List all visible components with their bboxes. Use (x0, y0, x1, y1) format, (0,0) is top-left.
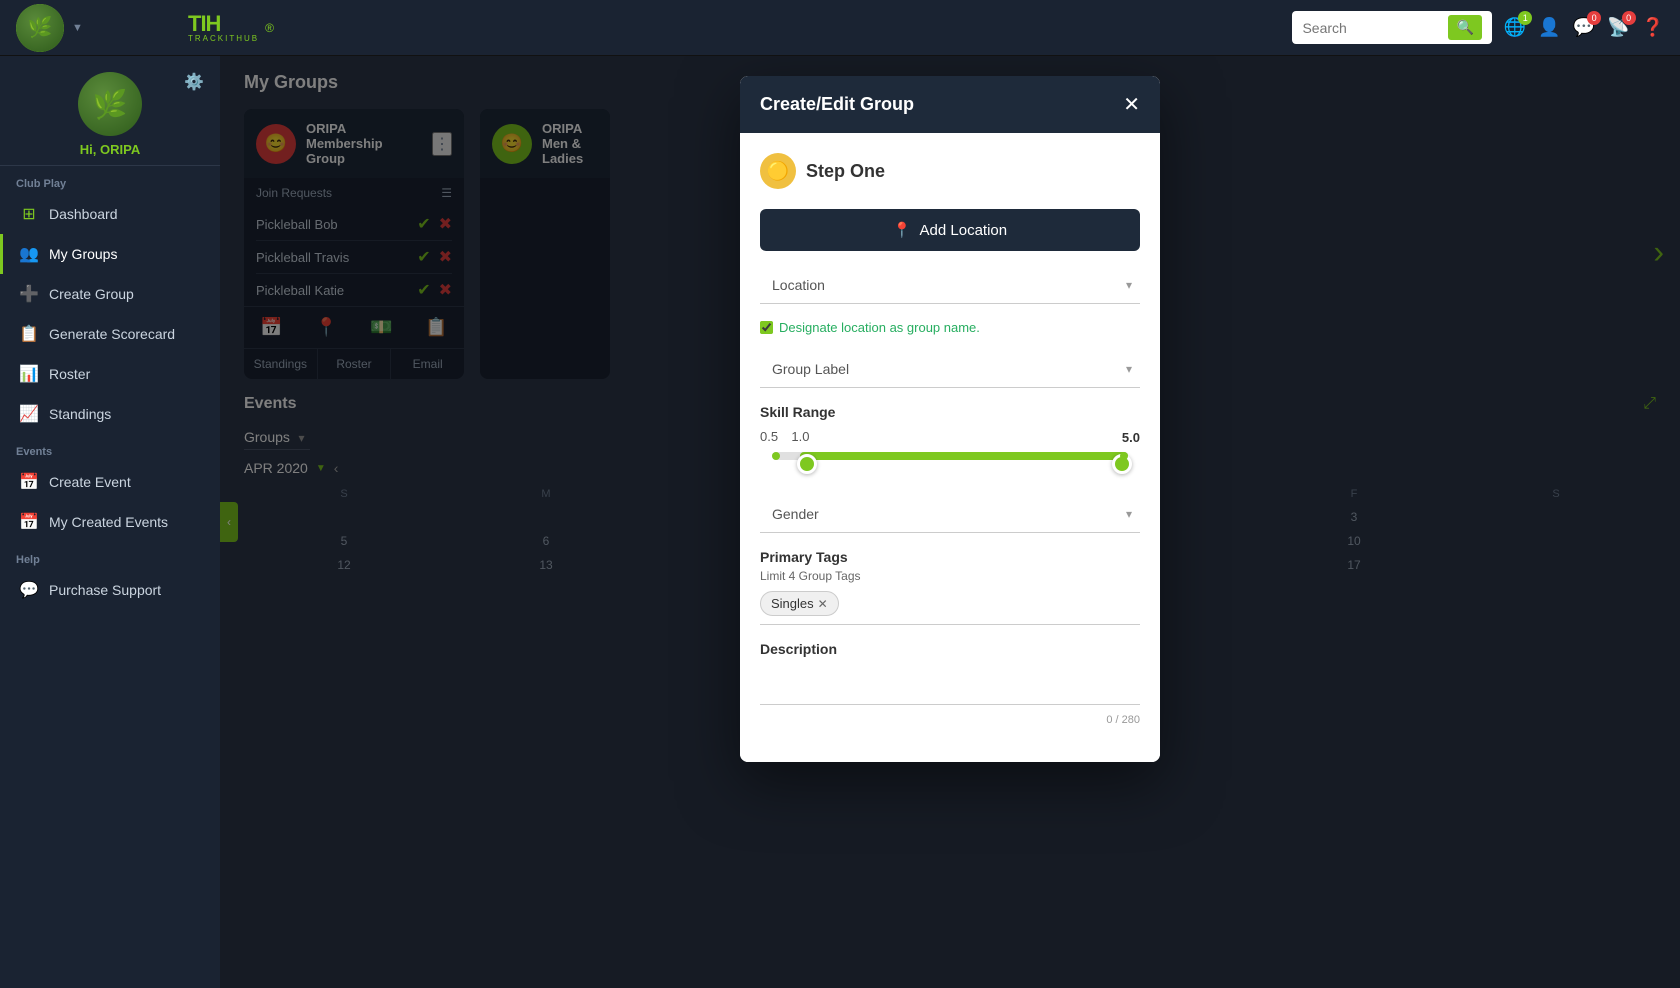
search-icon: 🔍 (1456, 19, 1473, 36)
top-navigation: 🌿 ▼ TIH TRACKITHUB ® 🔍 🌐 1 👤 💬 0 📡 0 ❓ (0, 0, 1680, 56)
search-box: 🔍 (1292, 11, 1491, 44)
modal-overlay: Create/Edit Group ✕ 🟡 Step One 📍 Add Loc… (220, 56, 1680, 988)
tag-label: Singles (771, 596, 814, 611)
main-content: My Groups 😊 ORIPA Membership Group ⋮ Joi… (220, 56, 1680, 988)
primary-tags-section: Primary Tags Limit 4 Group Tags Singles … (760, 549, 1140, 625)
search-input[interactable] (1302, 20, 1442, 36)
sidebar-item-label: Dashboard (49, 206, 118, 222)
create-edit-group-modal: Create/Edit Group ✕ 🟡 Step One 📍 Add Loc… (740, 76, 1160, 762)
sidebar-avatar: 🌿 (78, 72, 142, 136)
description-section: Description 0 / 280 (760, 641, 1140, 726)
skill-range-label: Skill Range (760, 404, 1140, 420)
user-avatar[interactable]: 🌿 (16, 4, 64, 52)
primary-tags-label: Primary Tags (760, 549, 1140, 565)
sidebar-item-generate-scorecard[interactable]: 📋 Generate Scorecard (0, 314, 220, 354)
my-events-icon: 📅 (19, 512, 39, 532)
sidebar-item-label: Generate Scorecard (49, 326, 175, 342)
club-play-section-label: Club Play (0, 166, 220, 194)
help-icon-btn[interactable]: ❓ (1642, 17, 1664, 38)
gear-icon[interactable]: ⚙️ (184, 72, 204, 92)
location-select[interactable]: Location (760, 267, 1140, 304)
location-pin-icon: 📍 (893, 221, 912, 239)
gender-form-group: Gender ▾ (760, 496, 1140, 533)
search-button[interactable]: 🔍 (1448, 15, 1481, 40)
app-logo: TIH TRACKITHUB (188, 13, 259, 43)
modal-close-button[interactable]: ✕ (1123, 92, 1140, 117)
sidebar-item-my-groups[interactable]: 👥 My Groups (0, 234, 220, 274)
designate-label: Designate location as group name. (779, 320, 980, 335)
add-location-button[interactable]: 📍 Add Location (760, 209, 1140, 251)
person-icon-btn[interactable]: 👤 (1538, 17, 1560, 38)
chat-badge: 0 (1587, 11, 1601, 25)
sidebar-item-label: Create Event (49, 474, 131, 490)
step-icon: 🟡 (760, 153, 796, 189)
skill-max-value: 5.0 (1122, 430, 1140, 445)
sidebar-item-label: Purchase Support (49, 582, 161, 598)
globe-badge: 1 (1518, 11, 1532, 25)
sidebar-item-label: Create Group (49, 286, 134, 302)
tags-limit-label: Limit 4 Group Tags (760, 569, 1140, 583)
group-label-select[interactable]: Group Label (760, 351, 1140, 388)
sidebar-item-roster[interactable]: 📊 Roster (0, 354, 220, 394)
sidebar-item-create-group[interactable]: ➕ Create Group (0, 274, 220, 314)
skill-min-value: 0.5 (760, 429, 778, 444)
sidebar-item-label: My Groups (49, 246, 117, 262)
sidebar-item-dashboard[interactable]: ⊞ Dashboard (0, 194, 220, 234)
create-event-icon: 📅 (19, 472, 39, 492)
create-group-icon: ➕ (19, 284, 39, 304)
sidebar-item-standings[interactable]: 📈 Standings (0, 394, 220, 434)
description-textarea[interactable] (760, 665, 1140, 705)
help-section-label: Help (0, 542, 220, 570)
step-header: 🟡 Step One (760, 153, 1140, 189)
description-label: Description (760, 641, 1140, 657)
skill-range-values: 0.5 1.0 5.0 (760, 428, 1140, 446)
rss-badge: 0 (1622, 11, 1636, 25)
sidebar-item-label: Roster (49, 366, 90, 382)
globe-icon-btn[interactable]: 🌐 1 (1504, 17, 1526, 38)
sidebar-item-my-created-events[interactable]: 📅 My Created Events (0, 502, 220, 542)
events-section-label: Events (0, 434, 220, 462)
sidebar-item-label: My Created Events (49, 514, 168, 530)
dashboard-icon: ⊞ (19, 204, 39, 224)
user-greeting: Hi, ORIPA (80, 142, 140, 157)
chat-icon-btn[interactable]: 💬 0 (1573, 17, 1595, 38)
support-icon: 💬 (19, 580, 39, 600)
sidebar-item-purchase-support[interactable]: 💬 Purchase Support (0, 570, 220, 610)
gender-select[interactable]: Gender (760, 496, 1140, 533)
description-char-count: 0 / 280 (760, 714, 1140, 726)
my-groups-icon: 👥 (19, 244, 39, 264)
modal-title: Create/Edit Group (760, 94, 914, 115)
step-label: Step One (806, 161, 885, 182)
designate-checkbox[interactable] (760, 321, 773, 334)
modal-body: 🟡 Step One 📍 Add Location Location ▾ (740, 133, 1160, 762)
modal-header: Create/Edit Group ✕ (740, 76, 1160, 133)
tag-chip-singles: Singles ✕ (760, 591, 839, 616)
standings-icon: 📈 (19, 404, 39, 424)
roster-icon: 📊 (19, 364, 39, 384)
group-label-form-group: Group Label ▾ (760, 351, 1140, 388)
location-form-group: Location ▾ (760, 267, 1140, 304)
sidebar-user-section: ⚙️ 🌿 Hi, ORIPA (0, 56, 220, 166)
scorecard-icon: 📋 (19, 324, 39, 344)
rss-icon-btn[interactable]: 📡 0 (1607, 17, 1629, 38)
skill-mid-value: 1.0 (791, 429, 809, 444)
sidebar: ⚙️ 🌿 Hi, ORIPA Club Play ⊞ Dashboard 👥 M… (0, 56, 220, 988)
skill-range-section: Skill Range 0.5 1.0 5.0 (760, 404, 1140, 476)
sidebar-item-label: Standings (49, 406, 111, 422)
skill-slider-track (768, 452, 1132, 476)
nav-icon-group: 🌐 1 👤 💬 0 📡 0 ❓ (1504, 17, 1664, 38)
tag-remove-button[interactable]: ✕ (818, 597, 828, 611)
tags-row: Singles ✕ (760, 591, 1140, 625)
designate-checkbox-row: Designate location as group name. (760, 320, 1140, 335)
add-location-button-label: Add Location (920, 222, 1008, 239)
sidebar-item-create-event[interactable]: 📅 Create Event (0, 462, 220, 502)
